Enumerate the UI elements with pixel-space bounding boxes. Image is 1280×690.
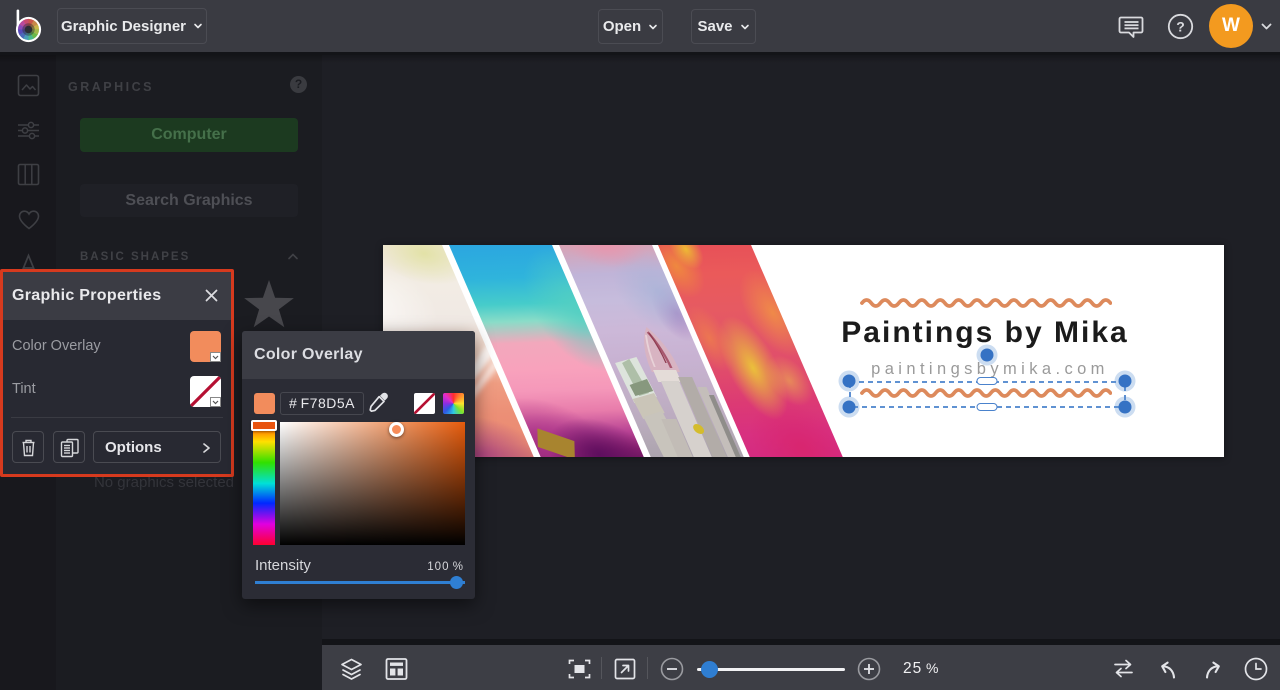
svg-text:?: ? <box>1176 19 1185 35</box>
